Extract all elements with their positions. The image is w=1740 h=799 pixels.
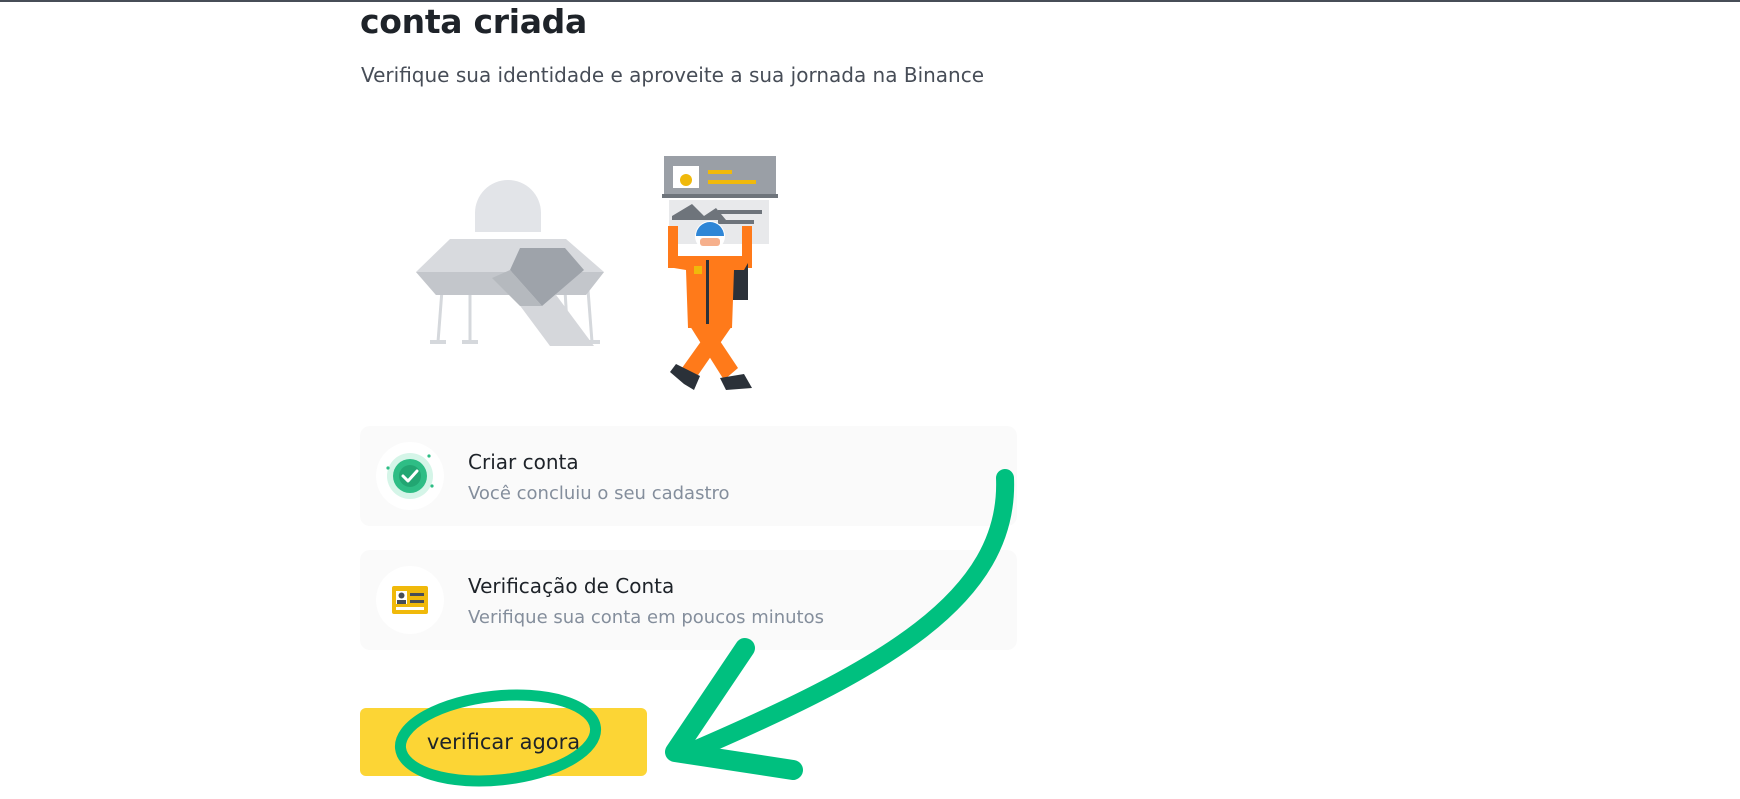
step-card-criar-conta: Criar conta Você concluiu o seu cadastro (360, 426, 1017, 526)
step-card-verificacao-de-conta[interactable]: Verificação de Conta Verifique sua conta… (360, 550, 1017, 650)
verify-now-button[interactable]: verificar agora (360, 708, 647, 776)
annotation-arrow-head (665, 638, 803, 780)
step-title: Criar conta (468, 450, 579, 474)
step-title: Verificação de Conta (468, 574, 675, 598)
step-description: Verifique sua conta em poucos minutos (468, 607, 825, 628)
step-icon-wrapper (376, 442, 444, 510)
window-top-border (0, 0, 1740, 2)
page-subtitle: Verifique sua identidade e aproveite a s… (361, 63, 985, 87)
hero-illustration (416, 156, 778, 390)
footer-text-cropped (430, 788, 1230, 799)
annotation-overlay (394, 469, 1015, 787)
page-title: conta criada (360, 2, 587, 41)
id-card-icon (392, 586, 428, 614)
ufo-icon (416, 180, 604, 346)
astronaut-icon (662, 156, 778, 390)
step-icon-wrapper (376, 566, 444, 634)
step-description: Você concluiu o seu cadastro (468, 483, 730, 504)
check-circle-icon (386, 453, 434, 499)
